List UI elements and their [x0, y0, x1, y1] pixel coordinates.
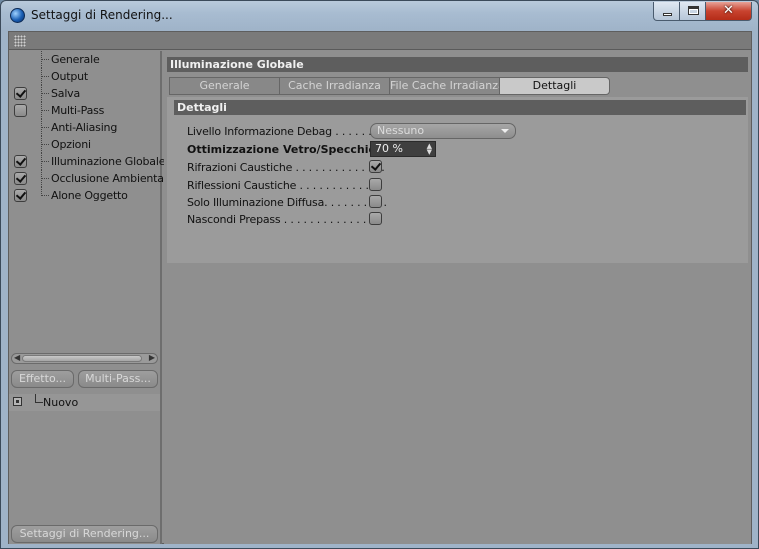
tree-connector-h: [42, 144, 49, 145]
sidebar-item-anti-aliasing[interactable]: Anti-Aliasing: [9, 119, 160, 136]
debug-level-dropdown[interactable]: Nessuno: [370, 123, 516, 139]
refraction-caustics-row: Rifrazioni Caustiche . . . . . . . . . .…: [187, 159, 727, 176]
tree-connector-h: [42, 110, 49, 111]
scroll-right-arrow-icon[interactable]: ▶: [149, 353, 155, 362]
preset-item-label: Nuovo: [43, 396, 79, 409]
minimize-button[interactable]: [653, 2, 680, 21]
tree-connector-h: [42, 195, 49, 196]
render-settings-button[interactable]: Settaggi di Rendering...: [11, 525, 158, 543]
reflection-caustics-checkbox[interactable]: [369, 178, 382, 191]
sidebar-item-label: Generale: [51, 53, 100, 66]
sidebar-item-illuminazione-globale[interactable]: Illuminazione Globale: [9, 153, 165, 170]
sidebar-item-multi-pass[interactable]: Multi-Pass: [9, 102, 160, 119]
tab-file-cache-irradianza[interactable]: File Cache Irradianza: [389, 77, 500, 95]
tab-dettagli[interactable]: Dettagli: [499, 77, 610, 95]
refraction-caustics-label: Rifrazioni Caustiche . . . . . . . . . .…: [187, 161, 385, 174]
diffuse-only-checkbox[interactable]: [369, 195, 382, 208]
tree-connector-h: [42, 178, 49, 179]
diffuse-only-label: Solo Illuminazione Diffusa. . . . . . . …: [187, 196, 387, 209]
subsection-title: Dettagli: [174, 100, 746, 115]
sidebar-item-label: Salva: [51, 87, 81, 100]
sidebar-item-alone-oggetto[interactable]: Alone Oggetto: [9, 187, 160, 204]
glass-mirror-optimization-row: Ottimizzazione Vetro/Specchio 70 % ▲ ▼: [187, 141, 727, 158]
tab-generale[interactable]: Generale: [169, 77, 280, 95]
effect-button[interactable]: Effetto...: [11, 370, 74, 388]
debug-level-value: Nessuno: [377, 124, 425, 137]
scroll-left-arrow-icon[interactable]: ◀: [14, 353, 20, 362]
sidebar-checkbox-alone-oggetto[interactable]: [14, 189, 27, 202]
maximize-icon: [688, 6, 699, 15]
reflection-caustics-label: Riflessioni Caustiche . . . . . . . . . …: [187, 179, 382, 192]
close-icon: ✕: [723, 3, 734, 18]
sidebar-checkbox-illuminazione-globale[interactable]: [14, 155, 27, 168]
scrollbar-thumb[interactable]: [22, 355, 142, 362]
sidebar-item-output[interactable]: Output: [9, 68, 160, 85]
app-sphere-icon: [10, 8, 25, 23]
tree-connector-h: [42, 59, 49, 60]
drag-grip-icon[interactable]: [14, 35, 26, 47]
title-bar[interactable]: Settaggi di Rendering... ✕: [1, 1, 758, 31]
settings-sidebar: Generale Output Salva Multi-Pass Anti-Al…: [9, 51, 173, 544]
toolbar: [9, 32, 751, 50]
tab-bar: Generale Cache Irradianza File Cache Irr…: [169, 77, 611, 95]
reflection-caustics-row: Riflessioni Caustiche . . . . . . . . . …: [187, 177, 727, 194]
multi-pass-button[interactable]: Multi-Pass...: [78, 370, 158, 388]
render-settings-window: Settaggi di Rendering... ✕ Generale Outp…: [0, 0, 759, 549]
details-panel: Dettagli Livello Informazione Debag . . …: [167, 97, 748, 263]
sidebar-item-occlusione-ambientale[interactable]: Occlusione Ambientale: [9, 170, 173, 187]
tree-connector-h: [42, 127, 49, 128]
settings-tree: Generale Output Salva Multi-Pass Anti-Al…: [9, 51, 173, 206]
sidebar-item-label: Opzioni: [51, 138, 91, 151]
spinner-arrows-icon[interactable]: ▲ ▼: [427, 143, 432, 156]
refraction-caustics-checkbox[interactable]: [369, 160, 382, 173]
preset-item-nuovo[interactable]: Nuovo: [9, 394, 160, 411]
glass-mirror-optimization-label: Ottimizzazione Vetro/Specchio: [187, 143, 377, 156]
tree-connector-h: [42, 161, 49, 162]
window-title: Settaggi di Rendering...: [31, 8, 173, 22]
sidebar-item-label: Illuminazione Globale: [51, 155, 166, 168]
chevron-down-icon: [501, 129, 509, 133]
preset-target-icon: [13, 397, 22, 406]
hide-prepass-label: Nascondi Prepass . . . . . . . . . . . .…: [187, 213, 380, 226]
section-title: Illuminazione Globale: [167, 57, 748, 72]
hide-prepass-checkbox[interactable]: [369, 212, 382, 225]
tree-connector: [35, 394, 43, 403]
sidebar-item-label: Occlusione Ambientale: [51, 172, 174, 185]
sidebar-item-generale[interactable]: Generale: [9, 51, 160, 68]
sidebar-item-salva[interactable]: Salva: [9, 85, 160, 102]
tree-connector-h: [42, 76, 49, 77]
sidebar-item-label: Anti-Aliasing: [51, 121, 118, 134]
hide-prepass-row: Nascondi Prepass . . . . . . . . . . . .…: [187, 211, 727, 228]
settings-main-panel: Illuminazione Globale Generale Cache Irr…: [164, 51, 751, 544]
sidebar-checkbox-multi-pass[interactable]: [14, 104, 27, 117]
sidebar-checkbox-salva[interactable]: [14, 87, 27, 100]
maximize-button[interactable]: [679, 2, 706, 21]
sidebar-item-label: Alone Oggetto: [51, 189, 128, 202]
sidebar-item-opzioni[interactable]: Opzioni: [9, 136, 160, 153]
sidebar-item-label: Multi-Pass: [51, 104, 105, 117]
tab-cache-irradianza[interactable]: Cache Irradianza: [279, 77, 390, 95]
close-button[interactable]: ✕: [705, 2, 752, 21]
minimize-icon: [663, 13, 672, 16]
glass-mirror-optimization-value: 70 %: [375, 142, 403, 155]
glass-mirror-optimization-field[interactable]: 70 % ▲ ▼: [370, 141, 436, 157]
tree-connector-h: [42, 93, 49, 94]
sidebar-item-label: Output: [51, 70, 89, 83]
dialog-client-area: Generale Output Salva Multi-Pass Anti-Al…: [8, 31, 752, 544]
diffuse-only-row: Solo Illuminazione Diffusa. . . . . . . …: [187, 194, 727, 211]
debug-level-label: Livello Informazione Debag . . . . . . .…: [187, 125, 392, 138]
sidebar-checkbox-occlusione-ambientale[interactable]: [14, 172, 27, 185]
debug-level-row: Livello Informazione Debag . . . . . . .…: [187, 123, 727, 140]
sidebar-horizontal-scrollbar[interactable]: ◀ ▶: [11, 353, 158, 364]
